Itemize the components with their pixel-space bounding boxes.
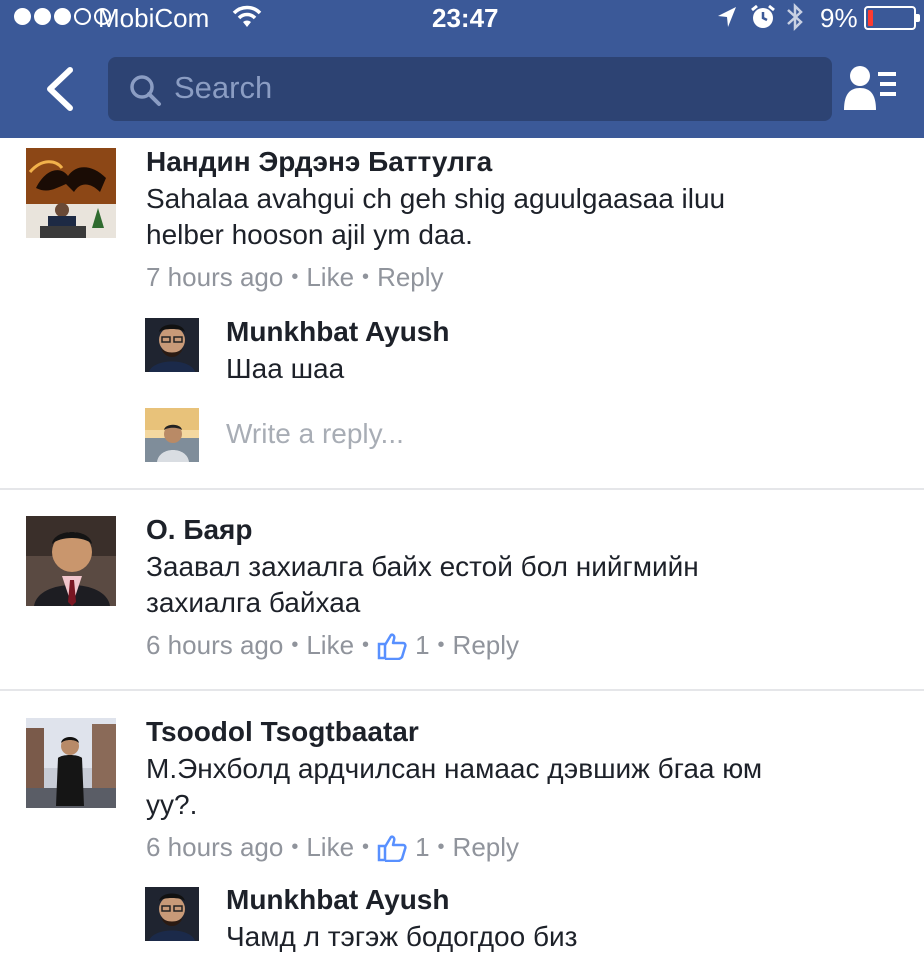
separator-dot: • xyxy=(437,836,445,858)
search-icon xyxy=(130,75,161,106)
comment-time: 7 hours ago xyxy=(146,262,284,292)
reply-link[interactable]: Reply xyxy=(377,262,443,293)
comment-text: Заавал захиалга байх естой бол нийгмийн … xyxy=(146,549,699,621)
avatar xyxy=(145,408,199,462)
reply-author[interactable]: Munkhbat Ayush xyxy=(226,316,449,348)
separator-dot: • xyxy=(362,266,370,288)
comment-text-line: Заавал захиалга байх естой бол нийгмийн xyxy=(146,551,699,582)
status-time: 23:47 xyxy=(432,3,499,33)
wifi-icon xyxy=(232,5,262,27)
alarm-icon xyxy=(751,4,775,28)
divider xyxy=(0,689,924,691)
reply-link[interactable]: Reply xyxy=(453,832,519,863)
comment-meta: 7 hours ago • Like • Reply xyxy=(146,262,444,293)
separator-dot: • xyxy=(362,634,370,656)
friends-list-icon[interactable] xyxy=(842,64,898,114)
comment-text-line: М.Энхболд ардчилсан намаас дэвшиж бгаа ю… xyxy=(146,753,763,784)
like-count[interactable]: 1 xyxy=(415,630,429,661)
separator-dot: • xyxy=(362,836,370,858)
comment-author[interactable]: Tsoodol Tsogtbaatar xyxy=(146,716,419,748)
like-count[interactable]: 1 xyxy=(415,832,429,863)
comment-author[interactable]: Нандин Эрдэнэ Баттулга xyxy=(146,146,492,178)
reply-text: Чамд л тэгэж бодогдоо биз xyxy=(226,921,578,952)
avatar[interactable] xyxy=(145,887,199,941)
like-link[interactable]: Like xyxy=(306,630,354,661)
comment-time: 6 hours ago xyxy=(146,630,284,660)
reply-link[interactable]: Reply xyxy=(453,630,519,661)
comment-author[interactable]: О. Баяр xyxy=(146,514,252,546)
avatar[interactable] xyxy=(145,318,199,372)
comment-text-line: helber hooson ajil ym daa. xyxy=(146,219,473,250)
separator-dot: • xyxy=(437,634,445,656)
bluetooth-icon xyxy=(787,2,803,32)
reply-author[interactable]: Munkhbat Ayush xyxy=(226,884,449,916)
battery-icon xyxy=(864,6,920,30)
status-bar: MobiCom 23:47 9% xyxy=(0,0,924,36)
separator-dot: • xyxy=(291,266,299,288)
carrier-name: MobiCom xyxy=(98,3,210,33)
like-link[interactable]: Like xyxy=(306,832,354,863)
comment-text-line: Sahalaa avahgui ch geh shig aguulgaasaa … xyxy=(146,183,726,214)
search-placeholder: Search xyxy=(174,70,273,105)
divider xyxy=(0,488,924,490)
app-header: MobiCom 23:47 9% Search xyxy=(0,0,924,138)
thumbs-up-icon[interactable] xyxy=(377,632,407,660)
back-chevron-icon[interactable] xyxy=(38,64,84,114)
avatar[interactable] xyxy=(26,148,116,238)
comment-text-line: захиалга байхаа xyxy=(146,587,361,618)
signal-strength-icon xyxy=(14,8,111,25)
location-arrow-icon xyxy=(718,7,736,27)
separator-dot: • xyxy=(291,836,299,858)
like-link[interactable]: Like xyxy=(306,262,354,293)
search-input[interactable]: Search xyxy=(108,57,832,121)
comment-meta: 6 hours ago • Like • 1 • Reply xyxy=(146,832,519,863)
thumbs-up-icon[interactable] xyxy=(377,834,407,862)
avatar[interactable] xyxy=(26,718,116,808)
avatar[interactable] xyxy=(26,516,116,606)
reply-text: Шаа шаа xyxy=(226,353,345,384)
battery-percent: 9% xyxy=(820,3,858,33)
comment-time: 6 hours ago xyxy=(146,832,284,862)
comment-meta: 6 hours ago • Like • 1 • Reply xyxy=(146,630,519,661)
comment-text: М.Энхболд ардчилсан намаас дэвшиж бгаа ю… xyxy=(146,751,762,823)
write-reply-input[interactable]: Write a reply... xyxy=(226,418,404,450)
comment-text: Sahalaa avahgui ch geh shig aguulgaasaa … xyxy=(146,181,725,253)
separator-dot: • xyxy=(291,634,299,656)
comment-text-line: уу?. xyxy=(146,789,198,820)
